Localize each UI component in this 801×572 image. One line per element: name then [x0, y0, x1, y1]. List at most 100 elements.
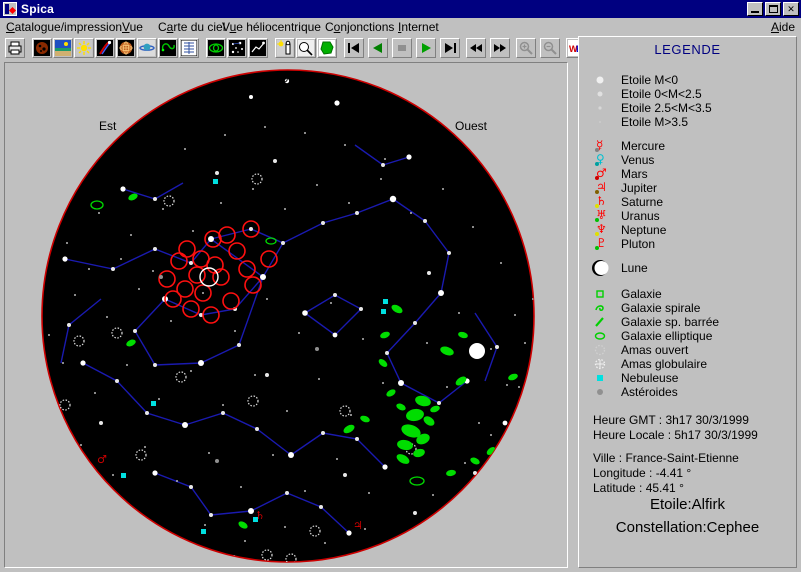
svg-text:♂: ♂: [97, 453, 107, 466]
venus-symbol-icon: ♀: [595, 152, 605, 166]
zoom-out-button[interactable]: [540, 38, 560, 58]
printer-icon: [8, 41, 22, 55]
orbit-button[interactable]: [158, 38, 178, 58]
stop-button[interactable]: [392, 38, 412, 58]
rewind-button[interactable]: [466, 38, 486, 58]
legend-panel: LEGENDE Etoile M<0 Etoile 0<M<2.5 Etoile…: [578, 36, 797, 568]
galaxy-square-marker-icon: [591, 287, 617, 301]
minimize-button[interactable]: [747, 2, 763, 16]
zoom-in-button[interactable]: [516, 38, 536, 58]
legend-planet-uranus: ♅ Uranus: [591, 208, 660, 223]
menu-vue[interactable]: Vue: [122, 20, 143, 34]
first-button[interactable]: [344, 38, 364, 58]
legend-asteroides: Astéroides: [591, 385, 678, 399]
prev-button[interactable]: [368, 38, 388, 58]
legend-planet-venus: ♀ Venus: [591, 152, 655, 167]
sun-button[interactable]: [74, 38, 94, 58]
menu-internet[interactable]: Internet: [398, 20, 439, 34]
forward-button[interactable]: [490, 38, 510, 58]
menu-bar: Catalogue/impression Vue Carte du ciel V…: [0, 18, 801, 36]
menu-vue-heliocentrique[interactable]: Vue héliocentrique: [222, 20, 321, 34]
legend-label: Galaxie: [621, 287, 662, 301]
elliptical-galaxy-marker-icon: [591, 329, 617, 343]
legend-label: Lune: [621, 261, 648, 275]
legend-galaxie-elliptique: Galaxie elliptique: [591, 329, 712, 343]
selected-star-label: Etoile:Alfirk: [649, 496, 726, 513]
legend-nebuleuse: Nebuleuse: [591, 371, 678, 385]
observer-button[interactable]: [275, 38, 295, 58]
mercury-symbol-icon: ☿: [595, 138, 604, 152]
chart-icon: [250, 40, 266, 56]
horizon-view-button[interactable]: [53, 38, 73, 58]
maximize-button[interactable]: [765, 2, 781, 16]
info-local-time: Heure Locale : 5h17 30/3/1999: [593, 428, 758, 442]
print-button[interactable]: [5, 38, 25, 58]
info-latitude: Latitude : 45.41 °: [593, 481, 684, 495]
comet-button[interactable]: [95, 38, 115, 58]
telescope-button[interactable]: [296, 38, 316, 58]
svg-text:♃: ♃: [353, 519, 363, 532]
legend-label: Neptune: [621, 223, 667, 237]
open-cluster-marker-icon: [591, 343, 617, 357]
star-marker-small: [591, 101, 617, 115]
star-marker-large: [591, 73, 617, 87]
legend-label: Amas globulaire: [621, 357, 708, 371]
legend-label: Mercure: [621, 139, 666, 153]
skip-end-icon: [445, 43, 456, 53]
mars-symbol-icon: ♂: [595, 166, 607, 180]
legend-moon: Lune: [591, 259, 648, 277]
telescope-observer-icon: [277, 40, 293, 56]
table-icon: [181, 40, 197, 56]
menu-carte-du-ciel[interactable]: Carte du ciel: [158, 20, 225, 34]
moon-icon: [591, 259, 617, 277]
planet-catalog-button[interactable]: [32, 38, 52, 58]
galaxy-icon: [208, 40, 224, 56]
legend-galaxie-barree: Galaxie sp. barrée: [591, 315, 719, 329]
telescope-icon: [298, 40, 314, 56]
menu-conjonctions[interactable]: Conjonctions: [325, 20, 394, 34]
legend-label: Venus: [621, 153, 655, 167]
chart-button[interactable]: [248, 38, 268, 58]
starfield-button[interactable]: [227, 38, 247, 58]
direction-west: Ouest: [455, 119, 488, 133]
legend-label: Amas ouvert: [621, 343, 689, 357]
map-france-button[interactable]: [317, 38, 337, 58]
legend-label: Jupiter: [621, 181, 658, 195]
legend-amas-globulaire: Amas globulaire: [591, 357, 707, 371]
stop-icon: [398, 45, 406, 51]
fast-forward-icon: [494, 44, 506, 52]
orbit-icon: [160, 40, 176, 56]
table-button[interactable]: [179, 38, 199, 58]
legend-galaxie: Galaxie: [591, 287, 662, 301]
rewind-icon: [470, 44, 482, 52]
grid-globe-button[interactable]: [116, 38, 136, 58]
horizon-icon: [55, 40, 71, 56]
info-city: Ville : France-Saint-Etienne: [593, 451, 739, 465]
galaxy-button[interactable]: [206, 38, 226, 58]
zoom-out-icon: [543, 41, 557, 55]
legend-planet-mars: ♂ Mars: [591, 166, 648, 181]
legend-star-m0: Etoile M<0: [591, 73, 678, 87]
legend-label: Etoile M<0: [621, 73, 679, 87]
legend-label: Saturne: [621, 195, 664, 209]
close-button[interactable]: ✕: [783, 2, 799, 16]
saturn-button[interactable]: [137, 38, 157, 58]
menu-aide[interactable]: Aide: [771, 20, 795, 34]
sky-map-canvas[interactable]: ♂ ♄ ♃: [5, 63, 567, 567]
last-button[interactable]: [440, 38, 460, 58]
svg-text:♄: ♄: [255, 509, 265, 522]
saturn-icon: [139, 40, 155, 56]
play-icon: [422, 43, 431, 53]
comet-icon: [97, 40, 113, 56]
planet-icon: [34, 40, 50, 56]
zoom-in-icon: [519, 41, 533, 55]
info-gmt-time: Heure GMT : 3h17 30/3/1999: [593, 413, 749, 427]
legend-planet-pluton: ♇ Pluton: [591, 236, 656, 251]
play-button[interactable]: [416, 38, 436, 58]
legend-star-m0-25: Etoile 0<M<2.5: [591, 87, 702, 101]
legend-label: Astéroides: [621, 385, 678, 399]
menu-catalogue-impression[interactable]: Catalogue/impression: [6, 20, 122, 34]
legend-label: Pluton: [621, 237, 656, 251]
pluto-symbol-icon: ♇: [595, 236, 607, 250]
sky-map-panel[interactable]: ♂ ♄ ♃ Nord Est Ouest: [4, 62, 568, 568]
